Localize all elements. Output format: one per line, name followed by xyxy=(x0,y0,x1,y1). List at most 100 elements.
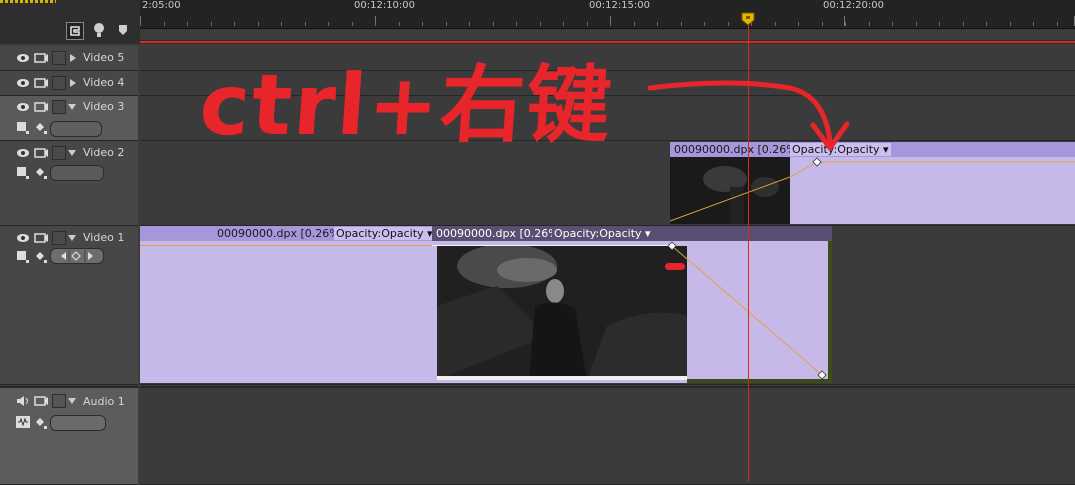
marker-icon[interactable] xyxy=(92,22,106,38)
track-name: Video 3 xyxy=(83,100,125,113)
ruler-minor-tick xyxy=(892,22,893,26)
snap-icon[interactable] xyxy=(66,22,84,40)
ruler-minor-tick xyxy=(234,22,235,26)
keyframe-icon[interactable] xyxy=(35,167,47,179)
lock-toggle[interactable] xyxy=(52,76,66,90)
ruler-minor-tick xyxy=(939,22,940,26)
marker-add-icon[interactable] xyxy=(118,24,128,36)
filmstrip-icon[interactable] xyxy=(34,148,48,158)
ruler-minor-tick xyxy=(469,22,470,26)
lock-toggle[interactable] xyxy=(52,146,66,160)
expand-arrow-icon[interactable] xyxy=(68,398,76,404)
ruler-minor-tick xyxy=(822,22,823,26)
expand-arrow-icon[interactable] xyxy=(68,150,76,156)
expand-arrow-icon[interactable] xyxy=(68,235,76,241)
annotation-overlay: ctrl+右键 xyxy=(197,55,860,200)
work-area-line xyxy=(140,41,1075,43)
ruler-minor-tick xyxy=(798,22,799,26)
ruler-minor-tick xyxy=(563,22,564,26)
clip-name: 00090000.dpx [0.26%] xyxy=(217,227,344,240)
yellow-marker-strip xyxy=(0,0,56,3)
collapse-arrow-icon[interactable] xyxy=(70,79,76,87)
keyframe-navigator[interactable] xyxy=(50,121,102,137)
track-name: Video 4 xyxy=(83,76,125,89)
ruler-minor-tick xyxy=(493,22,494,26)
display-style-icon[interactable] xyxy=(17,122,29,134)
ruler-minor-tick xyxy=(704,22,705,26)
ruler-minor-tick xyxy=(328,22,329,26)
ruler-minor-tick xyxy=(187,22,188,26)
track-header-video2[interactable]: Video 2 xyxy=(0,141,138,226)
ruler-minor-ticks xyxy=(140,0,1075,28)
keyframe-navigator[interactable] xyxy=(50,165,104,181)
eye-icon[interactable] xyxy=(16,78,30,88)
filmstrip-icon[interactable] xyxy=(34,53,48,63)
track-header-audio1[interactable]: Audio 1 xyxy=(0,386,138,485)
track-name: Video 5 xyxy=(83,51,125,64)
time-ruler[interactable]: 2:05:00 00:12:10:00 00:12:15:00 00:12:20… xyxy=(140,0,1075,28)
eye-icon[interactable] xyxy=(16,53,30,63)
expand-arrow-icon[interactable] xyxy=(68,104,76,110)
timeline-header-left xyxy=(0,0,140,44)
ruler-minor-tick xyxy=(986,22,987,26)
ruler-minor-tick xyxy=(446,22,447,26)
eye-icon[interactable] xyxy=(16,148,30,158)
ruler-minor-tick xyxy=(164,22,165,26)
collapse-arrow-icon[interactable] xyxy=(70,54,76,62)
ruler-minor-tick xyxy=(845,22,846,26)
ruler-minor-tick xyxy=(1057,22,1058,26)
track-lane-audio1[interactable] xyxy=(140,386,1075,485)
playhead-handle-icon[interactable] xyxy=(741,12,755,26)
clip-video1-a[interactable]: 00090000.dpx [0.26%] Opacity:Opacity ▾ xyxy=(140,226,432,383)
keyframe-icon[interactable] xyxy=(35,417,47,429)
ruler-minor-tick xyxy=(916,22,917,26)
ruler-minor-tick xyxy=(516,22,517,26)
clip-header[interactable]: 00090000.dpx [0.26%] Opacity:Opacity ▾ xyxy=(140,226,432,241)
display-style-icon[interactable] xyxy=(17,251,29,263)
ruler-minor-tick xyxy=(352,22,353,26)
ruler-minor-tick xyxy=(399,22,400,26)
lock-toggle[interactable] xyxy=(52,100,66,114)
track-header-video3[interactable]: Video 3 xyxy=(0,96,138,141)
ruler-minor-tick xyxy=(258,22,259,26)
filmstrip-icon[interactable] xyxy=(34,396,48,406)
keyframe-icon[interactable] xyxy=(35,251,47,263)
ruler-minor-tick xyxy=(140,22,141,26)
ruler-minor-tick xyxy=(728,22,729,26)
keyframe-graph xyxy=(667,241,828,380)
ruler-minor-tick xyxy=(422,22,423,26)
ruler-minor-tick xyxy=(681,22,682,26)
lock-toggle[interactable] xyxy=(52,231,66,245)
filmstrip-icon[interactable] xyxy=(34,78,48,88)
ruler-minor-tick xyxy=(869,22,870,26)
track-header-video5[interactable]: Video 5 xyxy=(0,46,138,71)
ruler-minor-tick xyxy=(540,22,541,26)
eye-icon[interactable] xyxy=(16,233,30,243)
lock-toggle[interactable] xyxy=(52,51,66,65)
ruler-divider xyxy=(140,28,1075,29)
track-name: Audio 1 xyxy=(83,395,125,408)
keyframe-navigator[interactable] xyxy=(50,415,106,431)
track-header-video4[interactable]: Video 4 xyxy=(0,71,138,96)
clip-video1-b[interactable]: 00090000.dpx [0.26%] Opacity:Opacity ▾ xyxy=(432,226,832,383)
waveform-icon[interactable] xyxy=(16,416,30,428)
ruler-minor-tick xyxy=(634,22,635,26)
speaker-icon[interactable] xyxy=(16,395,30,407)
eye-icon[interactable] xyxy=(16,102,30,112)
keyframe-icon[interactable] xyxy=(35,122,47,134)
keyframe-navigator[interactable] xyxy=(50,248,104,264)
display-style-icon[interactable] xyxy=(17,167,29,179)
track-header-video1[interactable]: Video 1 xyxy=(0,226,138,385)
track-name: Video 1 xyxy=(83,231,125,244)
filmstrip-icon[interactable] xyxy=(34,233,48,243)
opacity-line xyxy=(140,245,432,246)
effect-dropdown[interactable]: Opacity:Opacity ▾ xyxy=(334,227,432,240)
ruler-minor-tick xyxy=(1033,22,1034,26)
annotation-mark xyxy=(665,263,685,270)
ruler-minor-tick xyxy=(610,22,611,26)
ruler-minor-tick xyxy=(1010,22,1011,26)
lock-toggle[interactable] xyxy=(52,394,66,408)
annotation-arrow xyxy=(647,80,850,151)
ruler-minor-tick xyxy=(375,22,376,26)
filmstrip-icon[interactable] xyxy=(34,102,48,112)
